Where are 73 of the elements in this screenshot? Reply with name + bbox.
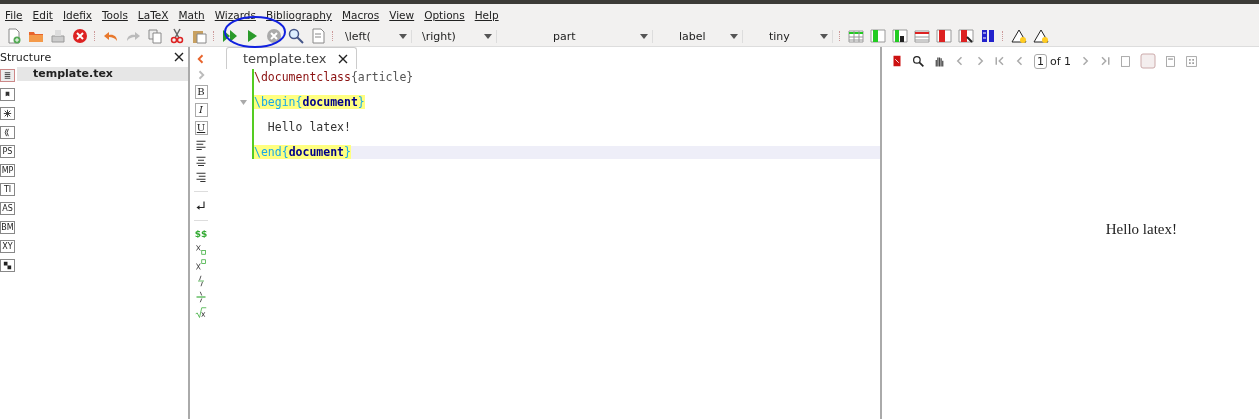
page-count: of 1 bbox=[1050, 54, 1072, 68]
clipboard-icon[interactable] bbox=[191, 28, 207, 44]
table-row-remove-icon[interactable] bbox=[914, 28, 930, 44]
structure-view-button[interactable]: PS bbox=[0, 145, 15, 158]
caret-icon[interactable] bbox=[820, 33, 828, 39]
search-icon[interactable] bbox=[288, 28, 304, 44]
structure-view-icon[interactable] bbox=[0, 259, 15, 272]
dropdown[interactable]: label bbox=[659, 29, 743, 43]
structure-view-button[interactable]: XY bbox=[0, 240, 15, 253]
underline-button[interactable]: U bbox=[194, 121, 208, 135]
table-split-icon[interactable] bbox=[980, 28, 996, 44]
caret-icon[interactable] bbox=[640, 33, 648, 39]
superscript-icon[interactable] bbox=[195, 259, 207, 271]
dropdown[interactable]: tiny bbox=[749, 29, 833, 43]
italic-button[interactable]: I bbox=[194, 103, 208, 117]
menu-item[interactable]: File bbox=[0, 9, 28, 21]
square-root-icon[interactable] bbox=[195, 307, 207, 319]
bold-button[interactable]: B bbox=[194, 85, 208, 99]
align-center-icon[interactable] bbox=[195, 155, 207, 167]
dropdown[interactable]: part bbox=[503, 29, 653, 43]
menu-item[interactable]: View bbox=[384, 9, 420, 21]
menu-item[interactable]: Tools bbox=[97, 9, 133, 21]
caret-icon[interactable] bbox=[484, 33, 492, 39]
subscript-icon[interactable] bbox=[195, 243, 207, 255]
stop-icon[interactable] bbox=[266, 28, 282, 44]
code-line: \begin{document} bbox=[254, 94, 365, 111]
table-cell-icon[interactable] bbox=[892, 28, 908, 44]
align-right-icon[interactable] bbox=[195, 171, 207, 183]
editor-tab[interactable]: template.tex bbox=[226, 47, 358, 69]
table-cell-remove-icon[interactable] bbox=[958, 28, 974, 44]
structure-view-button[interactable]: TI bbox=[0, 183, 15, 196]
structure-view-button[interactable]: MP bbox=[0, 164, 15, 177]
table-row-icon[interactable] bbox=[848, 28, 864, 44]
tree-item[interactable]: template.tex bbox=[17, 67, 188, 81]
panel-title: Structure bbox=[0, 50, 52, 64]
structure-view-icon[interactable] bbox=[0, 126, 15, 139]
close-icon[interactable] bbox=[174, 52, 184, 62]
page-field[interactable]: 1 bbox=[1034, 53, 1047, 69]
structure-view-button[interactable]: AS bbox=[0, 202, 15, 215]
structure-view-icon[interactable] bbox=[0, 107, 15, 120]
new-file-icon[interactable] bbox=[6, 28, 22, 44]
dropdown[interactable]: \right) bbox=[418, 29, 497, 43]
fraction-icon[interactable] bbox=[195, 275, 207, 287]
scissors-icon[interactable] bbox=[169, 28, 185, 44]
search-icon[interactable] bbox=[912, 54, 925, 68]
structure-view-icon[interactable] bbox=[0, 88, 15, 101]
copy-icon[interactable] bbox=[147, 28, 163, 44]
caret-icon[interactable] bbox=[399, 33, 407, 39]
menu-item[interactable]: Idefix bbox=[57, 9, 97, 21]
code-line: \documentclass{article} bbox=[254, 69, 414, 86]
menu-item[interactable]: Help bbox=[469, 9, 504, 21]
menu-item[interactable]: Wizards bbox=[209, 9, 261, 21]
menu-item[interactable]: LaTeX bbox=[132, 9, 174, 21]
menu-item[interactable]: Edit bbox=[27, 9, 58, 21]
menu-item[interactable]: Math bbox=[173, 9, 210, 21]
caret-icon[interactable] bbox=[730, 33, 738, 39]
display-fraction-icon[interactable] bbox=[195, 291, 207, 303]
menu-item[interactable]: Options bbox=[419, 9, 470, 21]
structure-view-button[interactable]: BM bbox=[0, 221, 15, 234]
warning-next-icon[interactable] bbox=[1033, 28, 1049, 44]
structure-view-icon[interactable] bbox=[0, 69, 15, 82]
dropdown[interactable]: \left( bbox=[341, 29, 412, 43]
pdf-text: Hello latex! bbox=[1105, 221, 1177, 239]
align-left-icon[interactable] bbox=[195, 139, 207, 151]
double-play-icon[interactable] bbox=[222, 28, 238, 44]
return-arrow-icon[interactable] bbox=[195, 200, 207, 212]
menu-item[interactable]: Macros bbox=[337, 9, 385, 21]
code-line: Hello latex! bbox=[266, 119, 351, 136]
warning-icon[interactable] bbox=[1011, 28, 1027, 44]
menu-item[interactable]: Bibliography bbox=[261, 9, 337, 21]
code-line: \end{document} bbox=[254, 144, 351, 161]
close-icon[interactable] bbox=[338, 53, 349, 64]
table-column-remove-icon[interactable] bbox=[936, 28, 952, 44]
